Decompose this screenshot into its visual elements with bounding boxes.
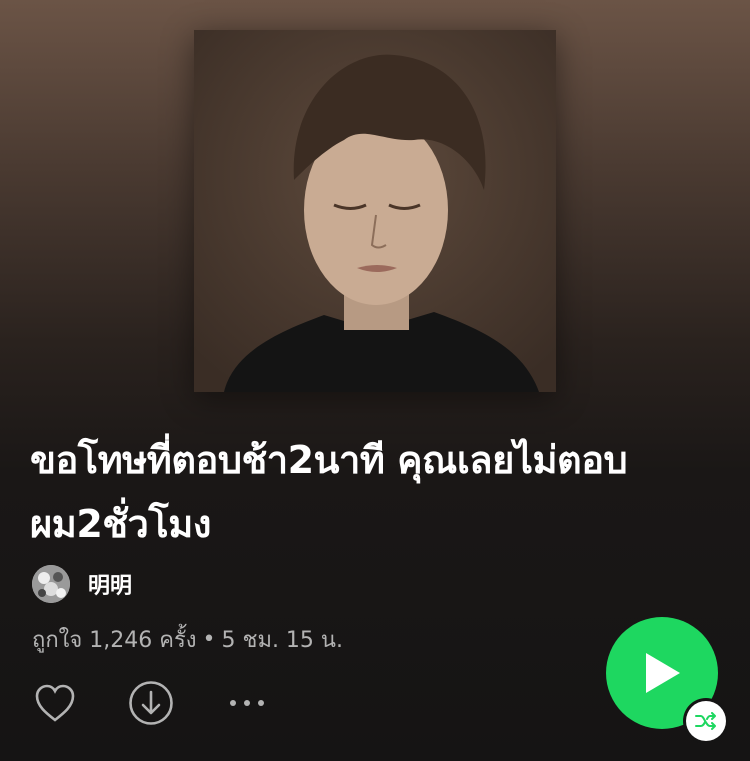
owner-avatar[interactable]: [32, 565, 70, 603]
shuffle-icon: [695, 712, 716, 730]
playlist-duration: 5 ชม. 15 น.: [221, 628, 343, 653]
owner-name[interactable]: 明明: [88, 568, 132, 600]
heart-icon: [35, 684, 75, 722]
playlist-title: ขอโทษที่ตอบช้า2นาที คุณเลยไม่ตอบผม2ชั่วโ…: [30, 438, 628, 546]
like-button[interactable]: [32, 680, 78, 726]
playlist-meta: ถูกใจ 1,246 ครั้ง • 5 ชม. 15 น.: [32, 622, 343, 657]
more-icon: [230, 700, 264, 706]
playlist-cover: [194, 30, 556, 392]
meta-separator: •: [202, 627, 216, 652]
play-icon: [646, 653, 680, 693]
more-options-button[interactable]: [224, 680, 270, 726]
download-icon: [129, 681, 173, 725]
likes-count: ถูกใจ 1,246 ครั้ง: [32, 628, 197, 653]
action-bar: [32, 678, 270, 728]
owner-row[interactable]: 明明: [32, 564, 132, 604]
shuffle-button[interactable]: [686, 701, 726, 741]
download-button[interactable]: [128, 680, 174, 726]
